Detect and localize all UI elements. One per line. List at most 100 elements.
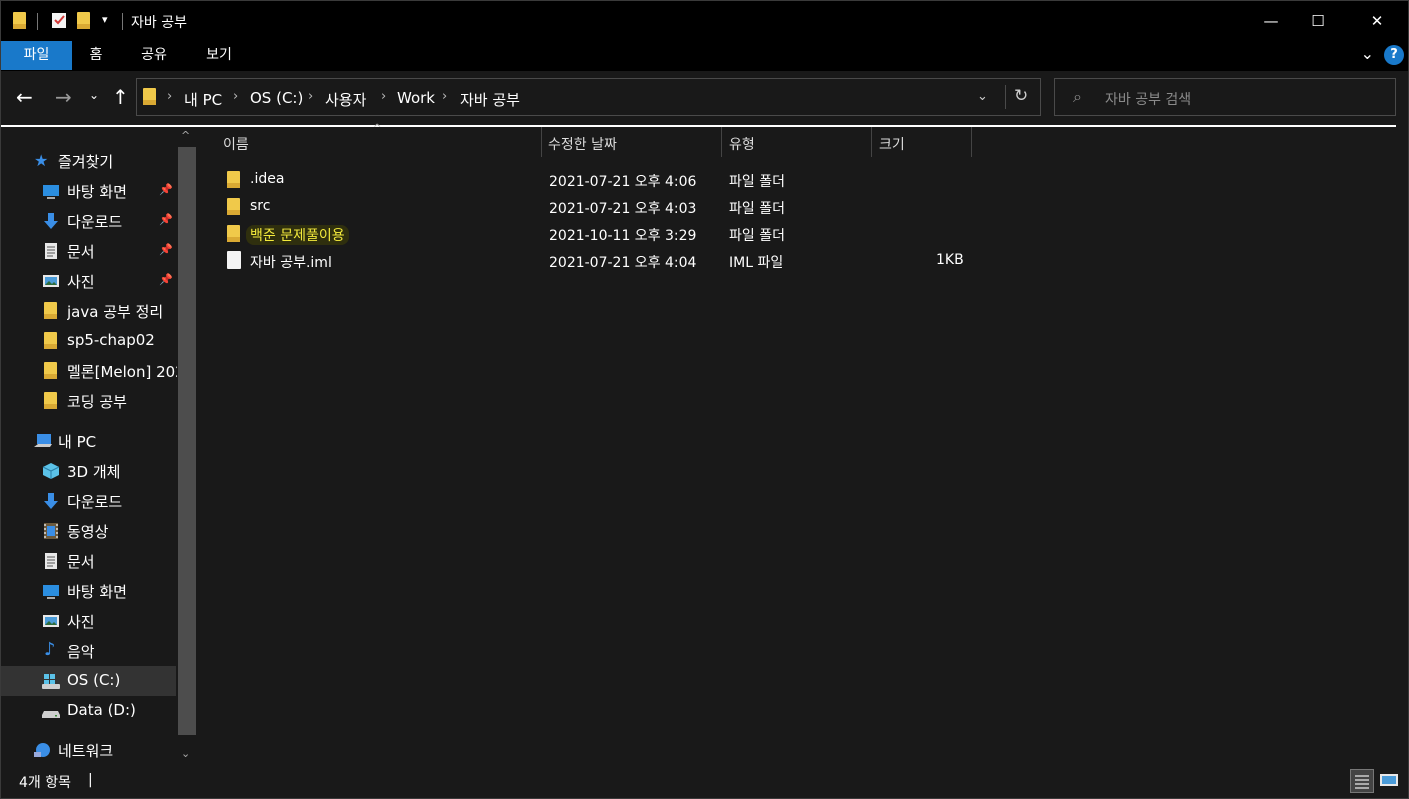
breadcrumb-java-study[interactable]: 자바 공부 [460,89,520,110]
new-folder-icon[interactable] [77,12,90,33]
sidebar-item-melon[interactable]: 멜론[Melon] 202 [1,356,177,386]
large-icons-view-icon [1380,774,1398,786]
search-icon: ⌕ [1073,87,1082,106]
expand-ribbon-icon[interactable]: ⌄ [1361,44,1374,63]
sidebar-item-java-notes[interactable]: java 공부 정리 [1,296,176,326]
pin-icon: 📌 [159,183,173,196]
file-list: 이름 ^ 수정한 날짜 유형 크기 .idea 2021-07-21 오후 4:… [197,123,1408,765]
music-icon: ♪ [44,639,56,660]
download-icon [42,212,60,230]
tab-home[interactable]: 홈 [77,41,115,70]
column-header-name[interactable]: 이름 ^ [217,123,542,157]
sidebar-item-data-d[interactable]: Data (D:) [1,696,176,726]
address-dropdown-icon[interactable]: ⌄ [977,89,988,104]
tab-file[interactable]: 파일 [1,41,72,70]
sidebar-item-downloads[interactable]: 다운로드 📌 [1,206,176,236]
file-row[interactable]: src 2021-07-21 오후 4:03 파일 폴더 [217,194,977,221]
column-header-type[interactable]: 유형 [722,127,872,157]
search-placeholder: 자바 공부 검색 [1105,92,1192,108]
sidebar-item-pictures[interactable]: 사진 📌 [1,266,176,296]
pin-icon: 📌 [159,213,173,226]
file-row[interactable]: .idea 2021-07-21 오후 4:06 파일 폴더 [217,167,977,194]
sidebar-item-pc-documents[interactable]: 문서 [1,546,176,576]
breadcrumb-users[interactable]: 사용자 [325,89,366,110]
sidebar-item-coding-study[interactable]: 코딩 공부 [1,386,176,416]
file-row[interactable]: 자바 공부.iml 2021-07-21 오후 4:04 IML 파일 1KB [217,248,977,275]
folder-icon [44,362,62,380]
picture-icon [42,272,60,290]
sidebar-item-pc-pictures[interactable]: 사진 [1,606,176,636]
scroll-up-icon[interactable]: ^ [181,129,190,142]
status-bar: 4개 항목 | [1,765,1408,798]
details-view-button[interactable] [1350,769,1374,793]
search-input[interactable]: ⌕ 자바 공부 검색 [1054,78,1396,116]
sidebar-item-os-c[interactable]: OS (C:) [1,666,176,696]
minimize-button[interactable]: — [1248,1,1294,41]
sidebar-item-videos[interactable]: 동영상 [1,516,176,546]
details-view-icon [1355,775,1369,789]
computer-icon [33,432,52,450]
download-icon [42,492,60,510]
file-row[interactable]: 백준 문제풀이용 2021-10-11 오후 3:29 파일 폴더 [217,221,977,248]
pin-icon: 📌 [159,273,173,286]
desktop-icon [42,182,60,200]
sidebar-item-network[interactable]: 네트워크 [1,735,176,765]
item-count: 4개 항목 [19,775,71,791]
folder-icon [227,171,240,192]
sidebar-item-pc-desktop[interactable]: 바탕 화면 [1,576,176,606]
column-header-size[interactable]: 크기 [872,127,972,157]
sidebar-item-pc-downloads[interactable]: 다운로드 [1,486,176,516]
folder-icon [13,12,26,33]
help-icon[interactable]: ? [1384,45,1404,65]
cube-icon [42,462,60,480]
sidebar-item-this-pc[interactable]: 내 PC [1,426,176,456]
tab-share[interactable]: 공유 [131,41,177,70]
breadcrumb-work[interactable]: Work [397,89,435,107]
properties-icon[interactable] [51,11,67,33]
video-icon [42,522,60,540]
window-title: 자바 공부 [131,15,187,31]
close-button[interactable]: ✕ [1354,1,1400,41]
pin-icon: 📌 [159,243,173,256]
document-icon [42,552,60,570]
title-bar: ▾ 자바 공부 — ☐ ✕ [1,1,1408,41]
scrollbar-thumb[interactable] [178,147,196,735]
desktop-icon [42,582,60,600]
navigation-pane: ★ 즐겨찾기 바탕 화면 📌 다운로드 📌 문서 📌 사진 📌 java 공부 … [1,127,197,765]
column-header-date[interactable]: 수정한 날짜 [542,127,722,157]
refresh-icon[interactable]: ↻ [1014,86,1028,106]
network-icon [33,741,51,759]
folder-icon [227,225,240,246]
sidebar-item-documents[interactable]: 문서 📌 [1,236,176,266]
scroll-down-icon[interactable]: ⌄ [181,747,190,760]
windows-drive-icon [41,672,60,690]
back-arrow-icon[interactable]: ← [16,85,33,109]
file-icon [227,251,241,273]
folder-icon [44,392,62,410]
sidebar-item-3d-objects[interactable]: 3D 개체 [1,456,176,486]
sort-ascending-icon: ^ [373,123,382,134]
sidebar-item-sp5-chap02[interactable]: sp5-chap02 [1,326,176,356]
recent-locations-chevron-icon[interactable]: ⌄ [89,88,99,102]
forward-arrow-icon[interactable]: → [55,85,72,109]
drive-icon [41,702,60,720]
breadcrumb-this-pc[interactable]: 내 PC [184,89,222,110]
folder-icon [227,198,240,219]
sidebar-scrollbar[interactable]: ^ ⌄ [177,127,197,765]
tab-view[interactable]: 보기 [196,41,242,70]
sidebar-item-desktop[interactable]: 바탕 화면 📌 [1,176,176,206]
folder-icon [44,332,62,350]
address-bar[interactable]: › 내 PC › OS (C:) › 사용자 › Work › 자바 공부 ⌄ … [136,78,1041,116]
up-arrow-icon[interactable]: ↑ [112,85,129,109]
maximize-button[interactable]: ☐ [1295,1,1341,41]
explorer-window: ▾ 자바 공부 — ☐ ✕ 파일 홈 공유 보기 ⌄ ? ← → ⌄ ↑ › 내… [0,0,1409,799]
ribbon-tabs: 파일 홈 공유 보기 ⌄ ? [1,41,1408,71]
customize-toolbar-icon[interactable]: ▾ [102,13,108,26]
breadcrumb-os-c[interactable]: OS (C:) [250,89,303,107]
sidebar-item-music[interactable]: ♪ 음악 [1,636,176,666]
large-icons-view-button[interactable] [1378,769,1402,793]
document-icon [42,242,60,260]
picture-icon [42,612,60,630]
sidebar-item-quick-access[interactable]: ★ 즐겨찾기 [1,146,176,176]
folder-icon [44,302,62,320]
